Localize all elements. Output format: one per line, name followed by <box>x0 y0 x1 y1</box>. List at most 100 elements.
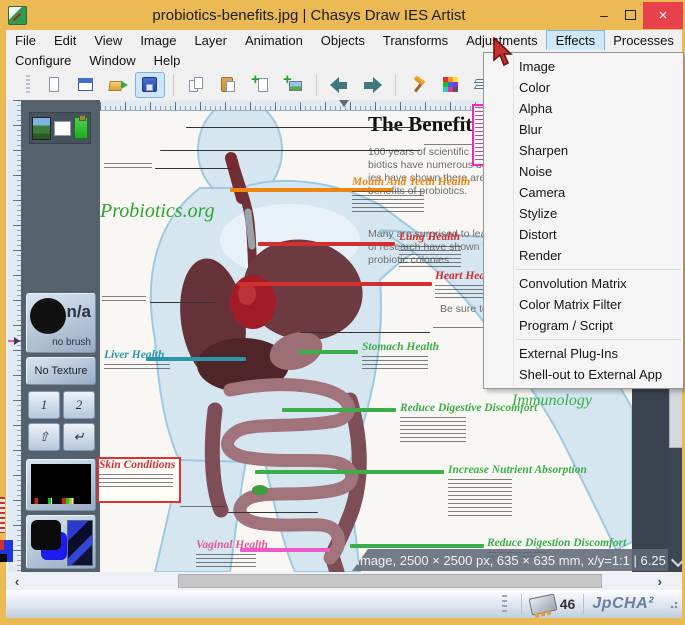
clipboard-icon[interactable] <box>74 117 88 139</box>
layer-thumbnails[interactable] <box>29 112 91 144</box>
new-file-icon <box>44 76 64 94</box>
quick-buttons-panel: 12⇧↵ <box>26 389 96 455</box>
window-border-left <box>0 30 6 625</box>
edge-fragment <box>0 497 5 533</box>
ruler-marker-horizontal <box>339 100 349 107</box>
forward-arrow-icon <box>362 76 382 94</box>
scroll-left-arrow[interactable]: ‹ <box>6 574 28 589</box>
quick-button-3[interactable]: ⇧ <box>28 423 60 451</box>
effects-menu-item-external-plug-ins[interactable]: External Plug-Ins <box>484 343 683 364</box>
chip-icon <box>528 593 557 615</box>
menubar-row1: FileEditViewImageLayerAnimationObjectsTr… <box>6 30 682 50</box>
paste-button[interactable] <box>214 72 244 98</box>
effects-dropdown-menu: ImageColorAlphaBlurSharpenNoiseCameraSty… <box>483 52 684 389</box>
menu-separator <box>516 269 681 270</box>
window-border-bottom <box>0 618 685 625</box>
copy-button[interactable] <box>182 72 212 98</box>
texture-button[interactable]: No Texture <box>26 357 96 385</box>
new-window-button[interactable] <box>71 72 101 98</box>
toolbar-separator <box>316 74 317 96</box>
quick-button-4[interactable]: ↵ <box>63 423 95 451</box>
tools-hammer-icon <box>409 76 429 94</box>
color-palette-button[interactable] <box>436 72 466 98</box>
open-folder-icon <box>108 76 128 94</box>
menu-file[interactable]: File <box>6 31 45 50</box>
maximize-button[interactable] <box>617 2 643 28</box>
layer-thumbnail-photo[interactable] <box>32 117 51 140</box>
mouse-cursor-icon <box>492 37 514 67</box>
scroll-right-arrow[interactable]: › <box>658 574 662 589</box>
effects-menu-item-blur[interactable]: Blur <box>484 119 683 140</box>
color-swatch-panel <box>26 515 96 569</box>
color-palette-icon <box>441 76 461 94</box>
effects-menu-item-shell-out-to-external-app[interactable]: Shell-out to External App <box>484 364 683 385</box>
histogram-panel[interactable] <box>26 459 96 511</box>
menu-layer[interactable]: Layer <box>185 31 236 50</box>
menu-separator <box>516 339 681 340</box>
menu-configure[interactable]: Configure <box>6 51 80 70</box>
add-image-button[interactable] <box>278 72 308 98</box>
brush-panel[interactable]: n/a no brush <box>26 293 96 353</box>
add-layer-button[interactable] <box>246 72 276 98</box>
toolbar-separator <box>395 74 396 96</box>
toolbar-grip[interactable] <box>26 75 30 95</box>
divider <box>521 594 522 614</box>
effects-menu-item-camera[interactable]: Camera <box>484 182 683 203</box>
back-arrow-button[interactable] <box>325 72 355 98</box>
menu-help[interactable]: Help <box>145 51 190 70</box>
menu-transforms[interactable]: Transforms <box>374 31 457 50</box>
menu-image[interactable]: Image <box>131 31 185 50</box>
horizontal-scrollbar[interactable]: ‹ › <box>6 572 668 590</box>
effects-menu-item-alpha[interactable]: Alpha <box>484 98 683 119</box>
jpcha-logo: JpCHA² <box>592 595 654 613</box>
menu-edit[interactable]: Edit <box>45 31 85 50</box>
effects-menu-item-program-script[interactable]: Program / Script <box>484 315 683 336</box>
bottombar-grip[interactable] <box>502 595 507 613</box>
foreground-color-swatch[interactable] <box>31 520 61 550</box>
effects-menu-item-stylize[interactable]: Stylize <box>484 203 683 224</box>
add-layer-icon <box>251 76 271 94</box>
menu-window[interactable]: Window <box>80 51 144 70</box>
window-title: probiotics-benefits.jpg | Chasys Draw IE… <box>27 7 591 24</box>
new-window-icon <box>76 76 96 94</box>
app-icon <box>8 6 27 25</box>
menu-effects[interactable]: Effects <box>547 31 605 50</box>
resource-counter: 46 <box>560 596 576 612</box>
effects-menu-item-noise[interactable]: Noise <box>484 161 683 182</box>
effects-menu-item-color[interactable]: Color <box>484 77 683 98</box>
effects-menu-item-distort[interactable]: Distort <box>484 224 683 245</box>
save-button[interactable] <box>135 72 165 98</box>
effects-menu-item-render[interactable]: Render <box>484 245 683 266</box>
tools-hammer-button[interactable] <box>404 72 434 98</box>
paste-icon <box>219 76 239 94</box>
forward-arrow-button[interactable] <box>357 72 387 98</box>
quick-button-1[interactable]: 1 <box>28 391 60 419</box>
bottom-bar: 46 JpCHA² <box>6 590 682 618</box>
quick-button-2[interactable]: 2 <box>63 391 95 419</box>
layer-thumbnail-blank[interactable] <box>54 121 71 136</box>
effects-menu-item-color-matrix-filter[interactable]: Color Matrix Filter <box>484 294 683 315</box>
effects-menu-item-convolution-matrix[interactable]: Convolution Matrix <box>484 273 683 294</box>
histogram-display <box>31 464 91 504</box>
effects-menu-item-sharpen[interactable]: Sharpen <box>484 140 683 161</box>
menu-objects[interactable]: Objects <box>312 31 374 50</box>
save-icon <box>140 76 160 94</box>
toolbar-separator <box>173 74 174 96</box>
horizontal-scrollbar-thumb[interactable] <box>178 574 602 588</box>
menu-processes[interactable]: Processes <box>604 31 683 50</box>
brush-name: no brush <box>52 337 91 348</box>
gradient-swatch[interactable] <box>67 520 93 566</box>
close-button[interactable]: × <box>643 2 683 29</box>
add-image-icon <box>283 76 303 94</box>
new-file-button[interactable] <box>39 72 69 98</box>
divider <box>583 594 584 614</box>
menu-animation[interactable]: Animation <box>236 31 312 50</box>
ruler-marker-arrow <box>14 337 20 345</box>
copy-icon <box>187 76 207 94</box>
minimize-button[interactable]: – <box>591 2 617 28</box>
app-window: probiotics-benefits.jpg | Chasys Draw IE… <box>0 0 685 625</box>
resize-grip-icon[interactable] <box>668 599 678 609</box>
open-folder-button[interactable] <box>103 72 133 98</box>
menu-view[interactable]: View <box>85 31 131 50</box>
tool-sidebar: n/a no brush No Texture 12⇧↵ <box>21 100 100 572</box>
